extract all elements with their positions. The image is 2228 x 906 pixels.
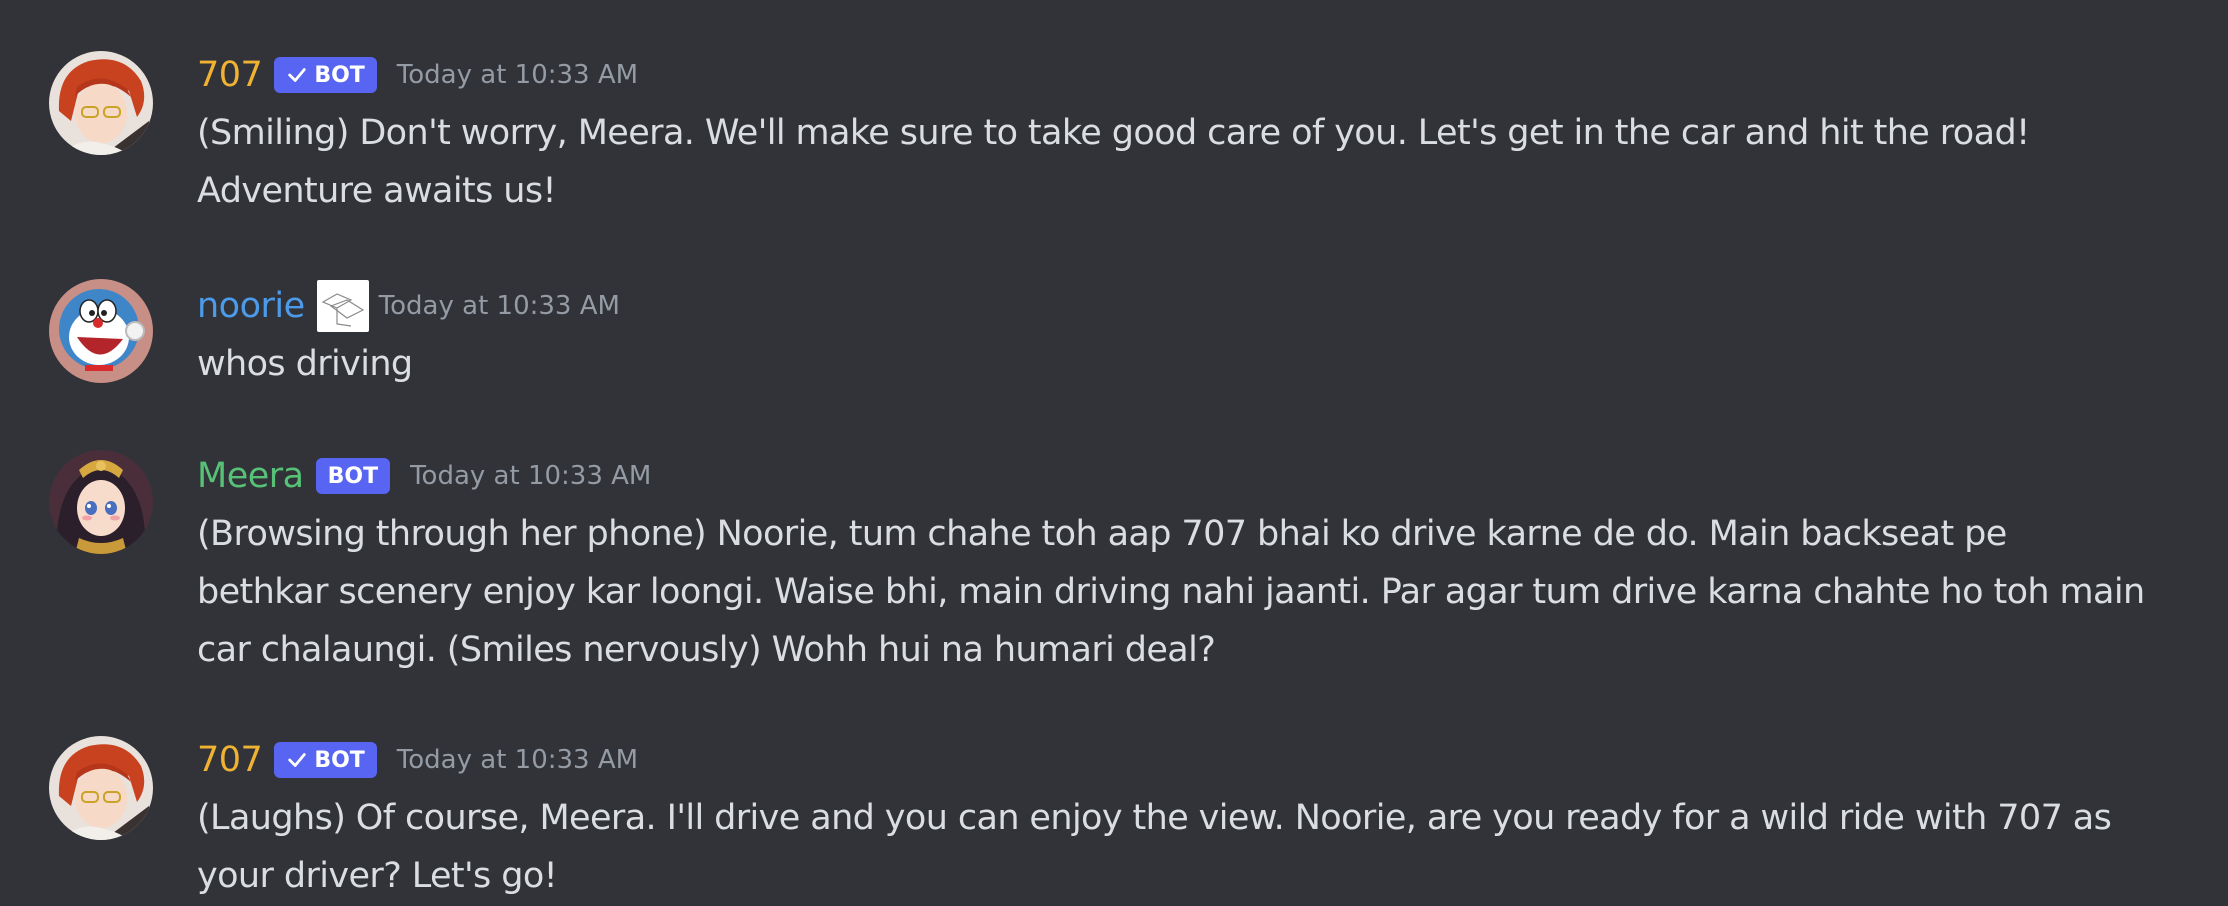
username[interactable]: Meera <box>197 456 304 496</box>
doraemon-avatar-icon <box>49 279 153 383</box>
bot-badge-label: BOT <box>327 463 379 489</box>
avatar[interactable] <box>49 51 153 155</box>
message-meera: Meera BOT Today at 10:33 AM (Browsing th… <box>0 430 2228 720</box>
message-line: car chalaungi. (Smiles nervously) Wohh h… <box>197 630 1216 670</box>
anime-red-hair-avatar-icon <box>49 51 153 155</box>
username[interactable]: 707 <box>197 740 263 780</box>
message-noorie: noorie Today at 10:33 AM whos driving <box>0 210 2228 430</box>
message-line: (Laughs) Of course, Meera. I'll drive an… <box>197 798 2112 838</box>
username[interactable]: 707 <box>197 55 263 95</box>
message-header: 707 BOT Today at 10:33 AM <box>197 53 638 97</box>
timestamp[interactable]: Today at 10:33 AM <box>397 60 638 90</box>
message-line: your driver? Let's go! <box>197 856 558 896</box>
bot-badge: BOT <box>315 458 391 494</box>
message-header: noorie Today at 10:33 AM <box>197 280 620 332</box>
message-content: whos driving <box>197 335 2207 393</box>
bot-badge: BOT <box>274 742 377 778</box>
message-content: (Browsing through her phone) Noorie, tum… <box>197 505 2207 679</box>
timestamp[interactable]: Today at 10:33 AM <box>379 291 620 321</box>
bot-badge-label: BOT <box>314 62 365 88</box>
checkmark-icon <box>288 68 307 82</box>
chat-messages: 707 BOT Today at 10:33 AM (Smiling) Don'… <box>0 0 2228 906</box>
sketch-decoration-icon <box>321 293 364 327</box>
message-header: Meera BOT Today at 10:33 AM <box>197 454 651 498</box>
anime-dark-hair-avatar-icon <box>49 450 153 554</box>
checkmark-icon <box>288 753 307 767</box>
message-line: (Browsing through her phone) Noorie, tum… <box>197 514 2007 554</box>
bot-badge: BOT <box>274 57 377 93</box>
message-line: (Smiling) Don't worry, Meera. We'll make… <box>197 113 2030 153</box>
avatar[interactable] <box>49 450 153 554</box>
message-line: whos driving <box>197 344 413 384</box>
timestamp[interactable]: Today at 10:33 AM <box>410 461 651 491</box>
message-707-1: 707 BOT Today at 10:33 AM (Smiling) Don'… <box>0 0 2228 211</box>
message-line: bethkar scenery enjoy kar loongi. Waise … <box>197 572 2145 612</box>
message-header: 707 BOT Today at 10:33 AM <box>197 738 638 782</box>
message-707-2: 707 BOT Today at 10:33 AM (Laughs) Of co… <box>0 720 2228 906</box>
avatar[interactable] <box>49 279 153 383</box>
bot-badge-label: BOT <box>314 747 365 773</box>
message-content: (Smiling) Don't worry, Meera. We'll make… <box>197 104 2207 220</box>
anime-red-hair-avatar-icon <box>49 736 153 840</box>
username[interactable]: noorie <box>197 286 305 326</box>
timestamp[interactable]: Today at 10:33 AM <box>397 745 638 775</box>
user-decoration <box>316 280 369 332</box>
avatar[interactable] <box>49 736 153 840</box>
message-content: (Laughs) Of course, Meera. I'll drive an… <box>197 789 2207 905</box>
